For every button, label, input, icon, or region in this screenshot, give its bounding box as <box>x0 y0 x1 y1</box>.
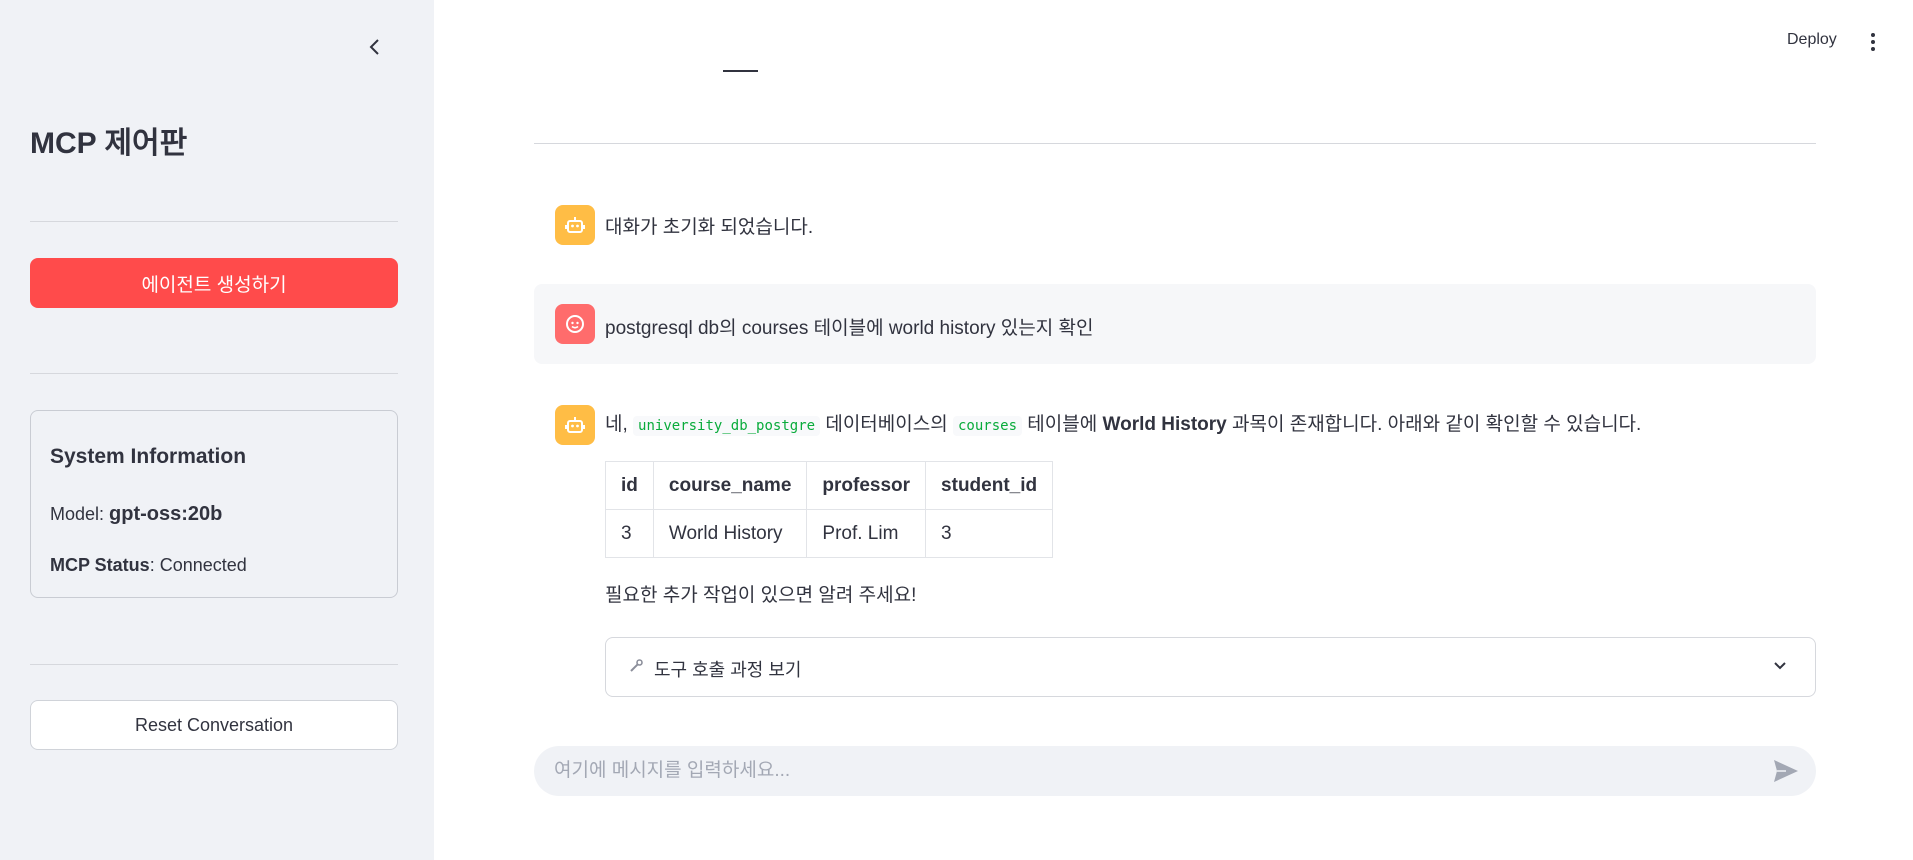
main-menu-icon[interactable] <box>1866 30 1880 54</box>
table-row: 3 World History Prof. Lim 3 <box>605 509 1054 558</box>
table-cell: 3 <box>605 509 654 558</box>
table-header-row: id course_name professor student_id <box>605 461 1054 510</box>
table-cell: 3 <box>925 509 1054 558</box>
table-cell: Prof. Lim <box>806 509 927 558</box>
column-header: course_name <box>652 461 808 510</box>
text-segment: 네, <box>605 414 628 435</box>
sidebar: MCP 제어판 에이전트 생성하기 System Information Mod… <box>0 0 434 860</box>
deploy-button[interactable]: Deploy <box>1787 31 1837 49</box>
sidebar-title: MCP 제어판 <box>30 127 188 160</box>
text-segment: 과목이 존재합니다. 아래와 같이 확인할 수 있습니다. <box>1232 414 1642 435</box>
bot-avatar <box>555 405 595 445</box>
chat-input[interactable] <box>554 746 1734 796</box>
chevron-left-icon <box>369 39 379 55</box>
followup-text: 필요한 추가 작업이 있으면 알려 주세요! <box>605 585 917 606</box>
divider <box>534 143 1816 144</box>
text-segment: 테이블에 <box>1027 414 1098 435</box>
divider <box>30 221 398 222</box>
face-icon <box>566 315 584 333</box>
model-info: Model: gpt-oss:20b <box>50 503 222 526</box>
column-header: student_id <box>925 461 1054 510</box>
model-value: gpt-oss:20b <box>109 503 223 525</box>
mcp-status-info: MCP Status: Connected <box>50 555 247 576</box>
collapse-sidebar-button[interactable] <box>362 34 388 60</box>
robot-icon <box>565 217 585 233</box>
bot-avatar <box>555 205 595 245</box>
wrench-icon <box>628 658 644 677</box>
chevron-down-icon <box>1774 662 1786 670</box>
title-placeholder-dash <box>723 70 758 72</box>
chat-message-user: postgresql db의 courses 테이블에 world histor… <box>534 284 1816 364</box>
message-text: 네, university_db_postgre 데이터베이스의 courses… <box>605 409 1641 436</box>
table-cell: World History <box>652 509 808 558</box>
model-label: Model: <box>50 504 105 524</box>
message-text: 대화가 초기화 되었습니다. <box>605 217 814 238</box>
divider <box>30 373 398 374</box>
expander-label: 도구 호출 과정 보기 <box>654 660 802 680</box>
chat-input-bar <box>534 746 1816 796</box>
chat-message-assistant: 대화가 초기화 되었습니다. <box>534 198 1816 248</box>
robot-icon <box>565 417 585 433</box>
reset-conversation-button[interactable]: Reset Conversation <box>30 700 398 750</box>
create-agent-button[interactable]: 에이전트 생성하기 <box>30 258 398 308</box>
system-info-title: System Information <box>50 445 247 468</box>
mcp-status-value: : Connected <box>149 555 247 575</box>
bold-text: World History <box>1102 414 1227 435</box>
column-header: id <box>605 461 654 510</box>
result-table: id course_name professor student_id 3 Wo… <box>605 461 1054 558</box>
column-header: professor <box>806 461 927 510</box>
inline-code: courses <box>953 416 1023 436</box>
system-info-panel: System Information Model: gpt-oss:20b MC… <box>30 410 398 598</box>
divider <box>30 664 398 665</box>
tool-calls-expander[interactable]: 도구 호출 과정 보기 <box>605 637 1816 697</box>
inline-code: university_db_postgre <box>633 416 821 436</box>
chat-message-assistant: 네, university_db_postgre 데이터베이스의 courses… <box>534 405 1816 705</box>
message-text: postgresql db의 courses 테이블에 world histor… <box>605 318 1094 339</box>
mcp-status-label: MCP Status <box>50 555 150 575</box>
send-icon[interactable] <box>1772 758 1800 784</box>
text-segment: 데이터베이스의 <box>825 414 948 435</box>
user-avatar <box>555 304 595 344</box>
